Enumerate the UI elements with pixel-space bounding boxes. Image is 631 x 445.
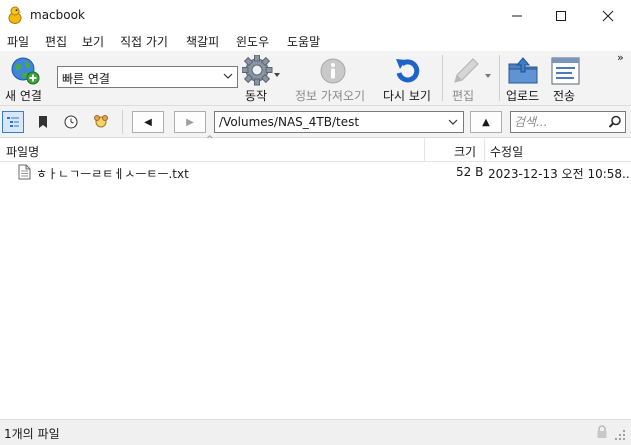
path-select[interactable]: /Volumes/NAS_4TB/test: [214, 111, 464, 133]
menu-bookmarks[interactable]: 책갈피: [186, 33, 219, 50]
file-modified: 2023-12-13 오전 10:58...: [488, 167, 631, 181]
back-button[interactable]: ◀: [132, 111, 164, 133]
file-size: 52 B: [456, 165, 484, 179]
close-icon: [602, 10, 614, 21]
file-browser[interactable]: ^ 파일명 크기 수정일 ㅎㅏㄴㄱㅡㄹㅌㅔㅅㅡㅌㅡ.txt 52 B 2023-…: [0, 135, 631, 419]
column-filename[interactable]: 파일명: [6, 143, 39, 160]
text-file-icon: [18, 164, 31, 180]
menu-bar: 파일 편집 보기 직접 가기 책갈피 윈도우 도움말: [0, 31, 631, 51]
minimize-button[interactable]: [494, 0, 540, 31]
window-title: macbook: [30, 8, 85, 22]
info-icon: [320, 58, 346, 84]
parent-directory-button[interactable]: ▲: [470, 111, 502, 133]
menu-window[interactable]: 윈도우: [236, 33, 269, 50]
bookmarks-view-button[interactable]: [32, 111, 54, 133]
cyberduck-app-icon: [8, 6, 22, 24]
minimize-icon: [512, 15, 522, 16]
maximize-icon: [556, 10, 566, 21]
file-name: ㅎㅏㄴㄱㅡㄹㅌㅔㅅㅡㅌㅡ.txt: [36, 167, 189, 181]
main-toolbar: 새 연결 빠른 연결 동작 정보 가져오기 다시 보기 편집 업로드 전송 »: [0, 51, 631, 106]
column-modified[interactable]: 수정일: [490, 143, 523, 160]
search-input[interactable]: [514, 114, 604, 130]
pencil-icon: [454, 58, 491, 83]
search-icon: [608, 115, 621, 128]
bonjour-view-button[interactable]: [90, 111, 112, 133]
title-bar[interactable]: macbook: [0, 0, 631, 31]
menu-help[interactable]: 도움말: [287, 33, 320, 50]
lock-icon: [597, 425, 607, 438]
nav-separator: [122, 110, 123, 134]
status-text: 1개의 파일: [4, 427, 60, 441]
upload-label: 업로드: [506, 89, 540, 103]
resize-grip-icon[interactable]: [614, 429, 626, 441]
navigation-bar: ◀ ▶ /Volumes/NAS_4TB/test ▲: [0, 106, 631, 138]
search-field[interactable]: [510, 111, 626, 133]
column-header: ^ 파일명 크기 수정일: [0, 135, 631, 162]
column-divider[interactable]: [424, 138, 425, 162]
menu-file[interactable]: 파일: [7, 33, 29, 50]
transfers-window-icon: [551, 57, 580, 85]
chevron-down-icon: [448, 119, 458, 125]
history-view-button[interactable]: [60, 111, 82, 133]
quick-connect-select[interactable]: 빠른 연결: [57, 66, 238, 88]
status-bar: 1개의 파일: [0, 419, 631, 445]
maximize-button[interactable]: [538, 0, 584, 31]
chevron-down-icon: [223, 73, 233, 79]
get-info-label: 정보 가져오기: [295, 89, 366, 103]
clock-icon: [64, 115, 78, 129]
action-label: 동작: [245, 89, 268, 103]
gear-icon: [242, 55, 280, 86]
refresh-icon: [396, 59, 420, 83]
column-size[interactable]: 크기: [454, 143, 476, 160]
toolbar-separator: [442, 55, 443, 101]
globe-add-icon: [11, 57, 40, 85]
menu-view[interactable]: 보기: [82, 33, 104, 50]
toolbar-separator: [499, 55, 500, 101]
new-connection-label: 새 연결: [5, 89, 42, 103]
refresh-label: 다시 보기: [383, 89, 431, 103]
outline-view-button[interactable]: [2, 111, 24, 133]
upload-folder-icon: [508, 57, 538, 84]
toolbar-overflow-chevron[interactable]: »: [617, 51, 624, 64]
menu-go[interactable]: 직접 가기: [120, 33, 168, 50]
tree-view-icon: [7, 117, 19, 127]
bonjour-icon: [94, 115, 108, 128]
column-divider[interactable]: [484, 138, 485, 162]
forward-button[interactable]: ▶: [174, 111, 206, 133]
quick-connect-value: 빠른 연결: [62, 72, 110, 86]
edit-label: 편집: [452, 89, 475, 103]
path-value: /Volumes/NAS_4TB/test: [219, 115, 360, 129]
table-row[interactable]: ㅎㅏㄴㄱㅡㄹㅌㅔㅅㅡㅌㅡ.txt 52 B 2023-12-13 오전 10:5…: [0, 162, 631, 182]
close-button[interactable]: [585, 0, 631, 31]
menu-edit[interactable]: 편집: [45, 33, 67, 50]
bookmark-icon: [39, 116, 47, 128]
transfers-label: 전송: [553, 89, 576, 103]
sort-indicator: ^: [206, 135, 214, 145]
